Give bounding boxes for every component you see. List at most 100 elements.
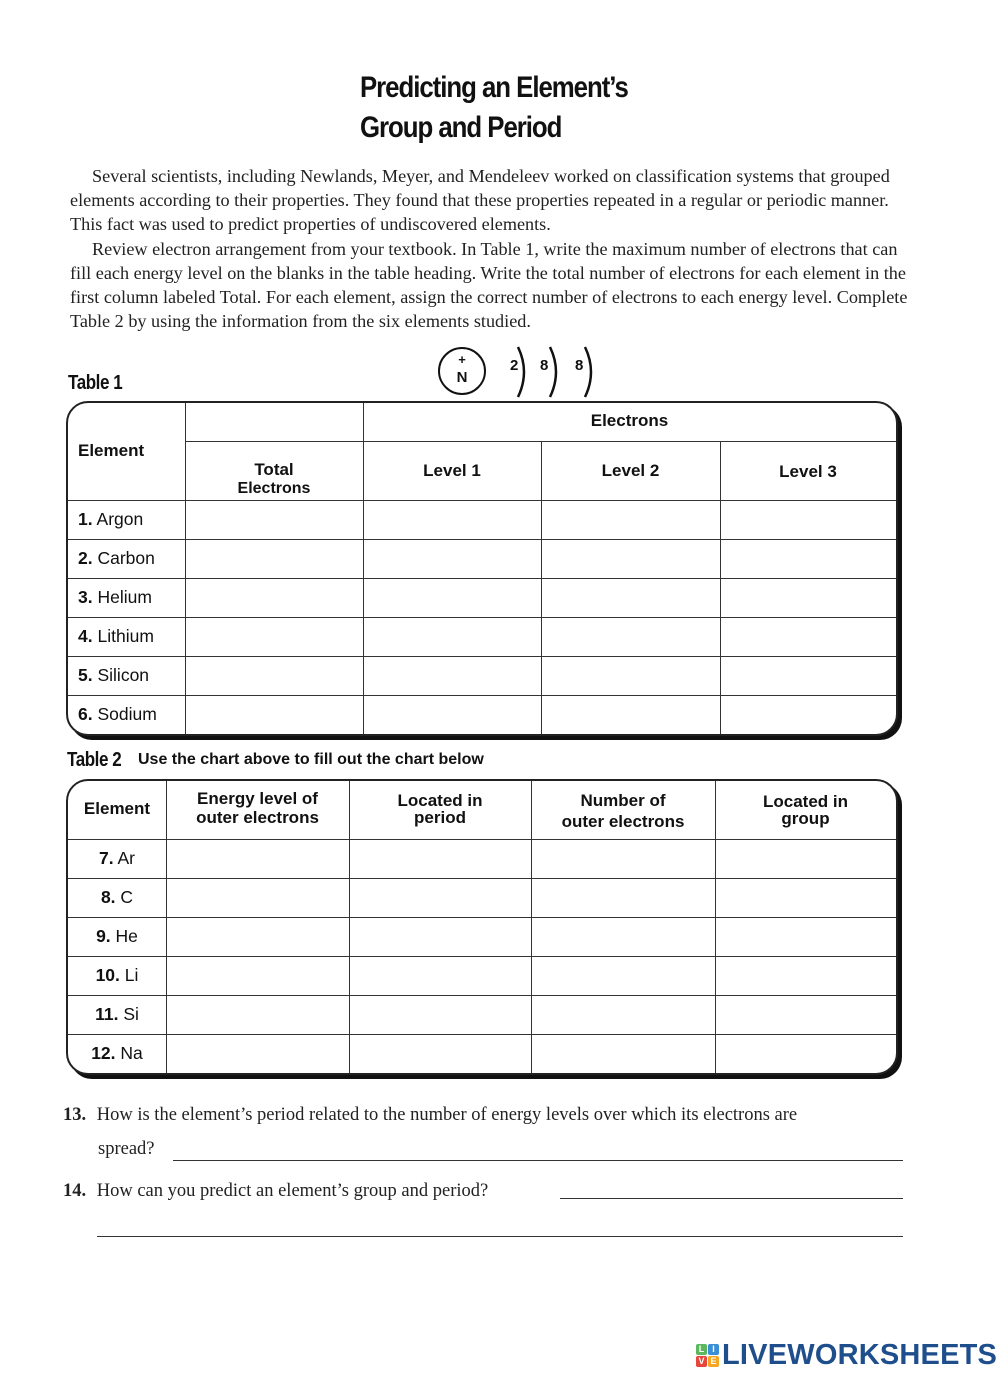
table-1-total-input[interactable] — [185, 617, 363, 656]
header-outer-line1: Number of — [580, 791, 666, 810]
question-14-text: How can you predict an element’s group a… — [96, 1181, 489, 1201]
table-1-level2-input[interactable] — [541, 695, 720, 734]
table-1-total-input[interactable] — [185, 695, 363, 734]
question-14-answer-line-1[interactable] — [560, 1198, 903, 1199]
table-2-group-input[interactable] — [715, 995, 896, 1034]
element-symbol: Si — [123, 1004, 139, 1024]
table-2-period-input[interactable] — [349, 839, 531, 878]
nucleus-label: N — [456, 369, 468, 386]
table-2: Element Energy level of outer electrons … — [66, 779, 898, 1075]
table-2-outer-input[interactable] — [531, 995, 715, 1034]
table-2-energy_level-input[interactable] — [166, 917, 349, 956]
element-symbol: C — [120, 887, 134, 907]
table-2-group-input[interactable] — [715, 917, 896, 956]
element-name: Sodium — [97, 704, 157, 724]
table-2-energy_level-input[interactable] — [166, 878, 349, 917]
question-14: 14. How can you predict an element’s gro… — [63, 1181, 488, 1202]
table-1-label: Table 1 — [68, 372, 123, 394]
table-1-level3-input[interactable] — [720, 617, 896, 656]
table-2-period-input[interactable] — [349, 1034, 531, 1073]
table-1-total-input[interactable] — [185, 656, 363, 695]
table-1-level2-input[interactable] — [541, 617, 720, 656]
header-level-2: Level 2 — [601, 461, 660, 480]
bohr-atom-diagram: + N 2 8 8 — [436, 345, 616, 405]
header-period-line1: Located in — [397, 791, 483, 810]
element-symbol: Na — [120, 1043, 143, 1063]
table-2-element-cell: 9. He — [68, 926, 166, 947]
table-2-element-cell: 10. Li — [68, 965, 166, 986]
table-1-level3-input[interactable] — [720, 578, 896, 617]
table-1-level2-input[interactable] — [541, 656, 720, 695]
table-2-group-input[interactable] — [715, 839, 896, 878]
header-group: Located in group — [715, 793, 896, 827]
table-1-level3-input[interactable] — [720, 539, 896, 578]
table-1-total-input[interactable] — [185, 578, 363, 617]
nucleus-charge: + — [458, 352, 466, 367]
title-line-2: Group and Period — [360, 111, 562, 144]
element-symbol: Li — [124, 965, 139, 985]
table-1-element-cell: 3. Helium — [78, 587, 183, 608]
element-name: Silicon — [97, 665, 150, 685]
table-2-energy_level-input[interactable] — [166, 839, 349, 878]
header-level-1: Level 1 — [423, 461, 481, 480]
row-number: 9. — [96, 926, 111, 946]
table-1-level2-input[interactable] — [541, 500, 720, 539]
table-2-period-input[interactable] — [349, 956, 531, 995]
logo-letter: V — [696, 1355, 707, 1367]
table-2-outer-input[interactable] — [531, 917, 715, 956]
table-1-level1-input[interactable] — [363, 578, 541, 617]
table-1-level1-input[interactable] — [363, 500, 541, 539]
shell-1-arc-icon — [516, 346, 526, 398]
table-2-period-input[interactable] — [349, 995, 531, 1034]
table-1-level1-input[interactable] — [363, 617, 541, 656]
header-total-electrons: Total Electrons — [185, 460, 363, 498]
table-2-energy_level-input[interactable] — [166, 1034, 349, 1073]
table-1-level3-input[interactable] — [720, 656, 896, 695]
header-level-3: Level 3 — [779, 462, 837, 481]
table-1-total-input[interactable] — [185, 539, 363, 578]
table-1-level2-input[interactable] — [541, 578, 720, 617]
table-2-energy_level-input[interactable] — [166, 956, 349, 995]
table-2-outer-input[interactable] — [531, 878, 715, 917]
table-2-outer-input[interactable] — [531, 956, 715, 995]
table-2-group-input[interactable] — [715, 878, 896, 917]
table-1-level3-input[interactable] — [720, 695, 896, 734]
row-number: 8. — [100, 887, 116, 907]
header-element: Element — [78, 441, 145, 460]
question-14-number: 14. — [63, 1181, 87, 1201]
table-1-element-cell: 5. Silicon — [78, 665, 183, 686]
table-1-total-input[interactable] — [185, 500, 363, 539]
question-13: 13. How is the element’s period related … — [63, 1105, 797, 1126]
row-number: 12. — [91, 1043, 116, 1063]
table-2-outer-input[interactable] — [531, 1034, 715, 1073]
table-1-element-cell: 2. Carbon — [78, 548, 183, 569]
live-logo-icon: L I V E — [696, 1343, 719, 1367]
row-number: 1. — [78, 509, 93, 529]
header-period-line2: period — [414, 808, 466, 827]
table-1-level3-input[interactable] — [720, 500, 896, 539]
table-1-level2-input[interactable] — [541, 539, 720, 578]
header-total-line1: Total — [254, 460, 294, 479]
table-2-group-input[interactable] — [715, 956, 896, 995]
intro-paragraph-2: Review electron arrangement from your te… — [70, 238, 908, 332]
table-1-level1-input[interactable] — [363, 539, 541, 578]
table-1-level1-input[interactable] — [363, 656, 541, 695]
table-2-period-input[interactable] — [349, 917, 531, 956]
row-number: 4. — [78, 626, 93, 646]
table-2-element-cell: 11. Si — [68, 1004, 166, 1025]
element-symbol: Ar — [117, 848, 136, 868]
header-group-line2: group — [781, 809, 830, 828]
table-1-element-cell: 6. Sodium — [78, 704, 183, 725]
header-energy-level-line2: outer electrons — [196, 808, 319, 827]
header-electrons: Electrons — [590, 411, 669, 430]
table-1-level1-input[interactable] — [363, 695, 541, 734]
table-2-element-cell: 8. C — [68, 887, 166, 908]
question-14-answer-line-2[interactable] — [97, 1236, 903, 1237]
table-2-group-input[interactable] — [715, 1034, 896, 1073]
table-2-period-input[interactable] — [349, 878, 531, 917]
table-2-energy_level-input[interactable] — [166, 995, 349, 1034]
table-1: Element Electrons Total Electrons Level … — [66, 401, 898, 736]
question-13-answer-line[interactable] — [173, 1160, 903, 1161]
intro-paragraph-1: Several scientists, including Newlands, … — [70, 166, 890, 235]
table-2-outer-input[interactable] — [531, 839, 715, 878]
